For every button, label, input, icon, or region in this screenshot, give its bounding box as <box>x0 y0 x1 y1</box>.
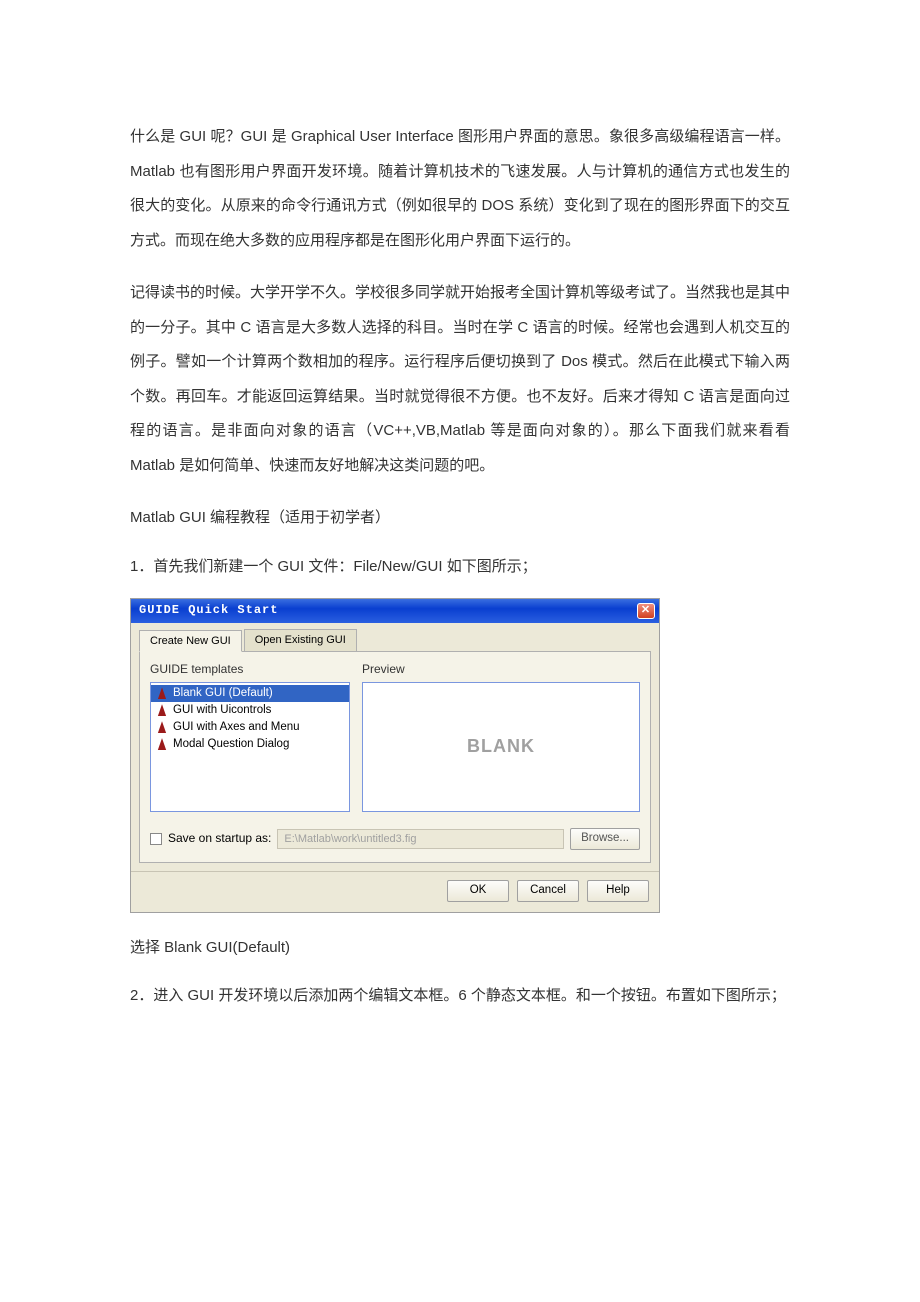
list-item-label: GUI with Uicontrols <box>173 703 271 718</box>
list-item-uicontrols[interactable]: GUI with Uicontrols <box>151 702 349 719</box>
template-icon <box>155 687 169 699</box>
step-2: 2．进入 GUI 开发环境以后添加两个编辑文本框。6 个静态文本框。和一个按钮。… <box>130 979 790 1014</box>
template-icon <box>155 738 169 750</box>
templates-listbox[interactable]: Blank GUI (Default) GUI with Uicontrols … <box>150 682 350 812</box>
tutorial-heading: Matlab GUI 编程教程（适用于初学者） <box>130 501 790 536</box>
dialog-titlebar: GUIDE Quick Start ✕ <box>131 599 659 623</box>
save-row: Save on startup as: E:\Matlab\work\untit… <box>150 828 640 850</box>
browse-button[interactable]: Browse... <box>570 828 640 850</box>
tab-create-new-gui[interactable]: Create New GUI <box>139 630 242 652</box>
after-step1: 选择 Blank GUI(Default) <box>130 931 790 966</box>
ok-button[interactable]: OK <box>447 880 509 902</box>
help-button[interactable]: Help <box>587 880 649 902</box>
list-item-modal-dialog[interactable]: Modal Question Dialog <box>151 736 349 753</box>
list-item-label: GUI with Axes and Menu <box>173 720 300 735</box>
save-on-startup-label: Save on startup as: <box>168 831 271 847</box>
save-path-field[interactable]: E:\Matlab\work\untitled3.fig <box>277 829 564 849</box>
step-1: 1．首先我们新建一个 GUI 文件：File/New/GUI 如下图所示； <box>130 550 790 585</box>
template-icon <box>155 721 169 733</box>
close-icon[interactable]: ✕ <box>637 603 655 619</box>
preview-label: Preview <box>362 662 640 678</box>
dialog-body: Create New GUI Open Existing GUI GUIDE t… <box>131 623 659 871</box>
list-item-label: Modal Question Dialog <box>173 737 289 752</box>
list-item-label: Blank GUI (Default) <box>173 686 273 701</box>
paragraph-1: 什么是 GUI 呢？GUI 是 Graphical User Interface… <box>130 120 790 258</box>
preview-pane: BLANK <box>362 682 640 812</box>
preview-text: BLANK <box>467 735 535 758</box>
guide-quickstart-dialog: GUIDE Quick Start ✕ Create New GUI Open … <box>130 598 660 913</box>
document-page: 什么是 GUI 呢？GUI 是 Graphical User Interface… <box>0 0 920 1112</box>
list-item-axes-menu[interactable]: GUI with Axes and Menu <box>151 719 349 736</box>
template-icon <box>155 704 169 716</box>
templates-label: GUIDE templates <box>150 662 350 678</box>
cancel-button[interactable]: Cancel <box>517 880 579 902</box>
paragraph-2: 记得读书的时候。大学开学不久。学校很多同学就开始报考全国计算机等级考试了。当然我… <box>130 276 790 483</box>
dialog-button-bar: OK Cancel Help <box>131 871 659 912</box>
tab-open-existing-gui[interactable]: Open Existing GUI <box>244 629 357 651</box>
save-on-startup-checkbox[interactable] <box>150 833 162 845</box>
dialog-title: GUIDE Quick Start <box>139 603 278 619</box>
list-item-blank-gui[interactable]: Blank GUI (Default) <box>151 685 349 702</box>
dialog-tabs: Create New GUI Open Existing GUI <box>139 629 651 652</box>
dialog-panel: GUIDE templates Blank GUI (Default) GUI … <box>139 652 651 863</box>
